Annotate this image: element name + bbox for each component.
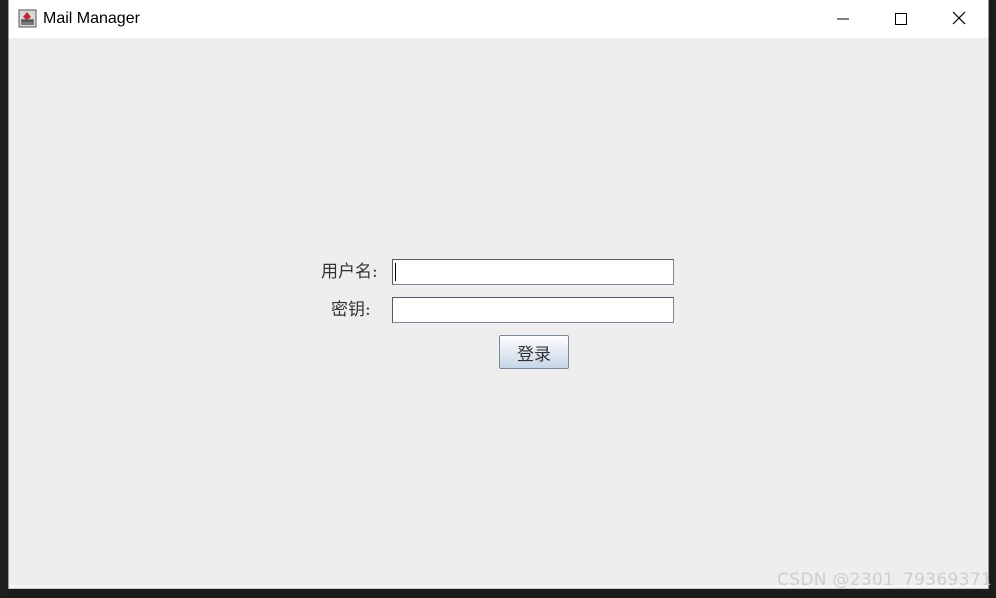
username-field[interactable]: [392, 259, 674, 285]
watermark-text: CSDN @2301_79369371: [777, 570, 992, 590]
window-title: Mail Manager: [43, 10, 140, 27]
minimize-button[interactable]: [814, 0, 872, 38]
password-field[interactable]: [392, 297, 674, 323]
minimize-icon: [837, 10, 849, 29]
java-app-icon: [18, 9, 37, 28]
app-window: Mail Manager 用户名: 密钥: 登录: [8, 0, 989, 589]
desktop-background: [0, 0, 8, 598]
login-button[interactable]: 登录: [499, 335, 569, 369]
login-panel: 用户名: 密钥: 登录: [9, 38, 988, 585]
username-label: 用户名:: [321, 262, 378, 282]
maximize-icon: [895, 10, 907, 29]
close-button[interactable]: [930, 0, 988, 38]
password-label: 密钥:: [331, 300, 371, 320]
title-bar[interactable]: Mail Manager: [9, 0, 988, 38]
close-icon: [952, 10, 966, 29]
maximize-button[interactable]: [872, 0, 930, 38]
text-caret: [395, 263, 396, 281]
